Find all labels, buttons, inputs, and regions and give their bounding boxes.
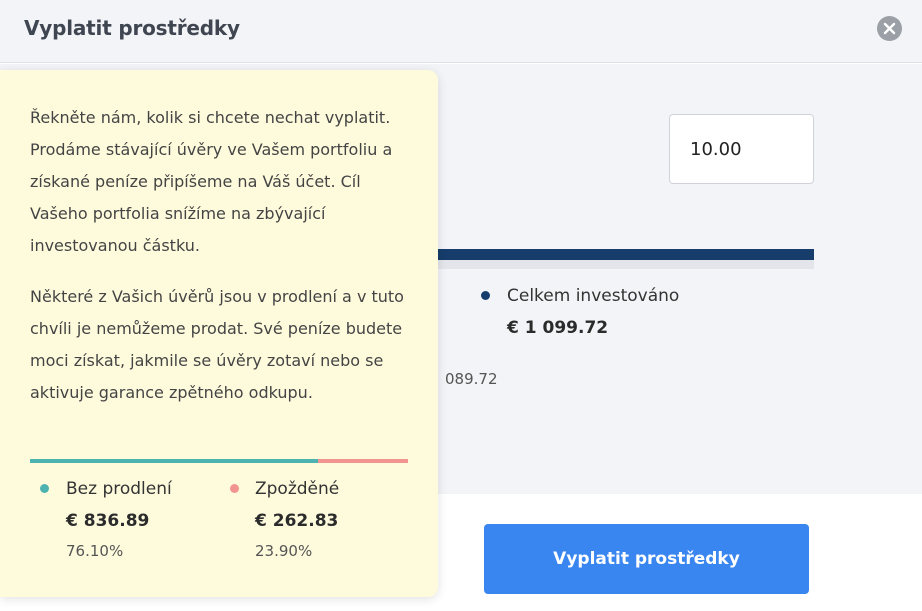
modal-title: Vyplatit prostředky	[24, 16, 240, 40]
not-overdue-dot	[40, 484, 49, 493]
overdue-percent: 23.90%	[255, 542, 313, 560]
portfolio-bar-fill	[420, 249, 814, 260]
not-overdue-bar	[30, 459, 318, 463]
not-overdue-value: € 836.89	[66, 511, 150, 531]
total-invested-label: Celkem investováno	[507, 286, 680, 306]
withdraw-modal: Vyplatit prostředky Celkem investováno €…	[0, 0, 922, 611]
info-tooltip: Řekněte nám, kolik si chcete nechat vypl…	[0, 70, 438, 597]
tooltip-paragraph-2: Některé z Vašich úvěrů jsou v prodlení a…	[30, 287, 404, 402]
close-icon-glyph	[883, 22, 896, 35]
modal-header: Vyplatit prostředky	[0, 0, 922, 63]
not-overdue-label: Bez prodlení	[66, 479, 172, 499]
partial-value: 089.72	[445, 370, 498, 388]
withdraw-button[interactable]: Vyplatit prostředky	[484, 524, 809, 594]
overdue-dot	[230, 484, 239, 493]
not-overdue-percent: 76.10%	[66, 542, 124, 560]
close-icon[interactable]	[877, 16, 902, 41]
overdue-value: € 262.83	[255, 511, 339, 531]
overdue-label: Zpožděné	[255, 479, 340, 499]
overdue-bar	[318, 459, 408, 463]
total-invested-value: € 1 099.72	[507, 318, 609, 338]
tooltip-paragraph-1: Řekněte nám, kolik si chcete nechat vypl…	[30, 108, 393, 255]
total-invested-dot	[481, 291, 490, 300]
amount-input[interactable]	[669, 114, 814, 184]
